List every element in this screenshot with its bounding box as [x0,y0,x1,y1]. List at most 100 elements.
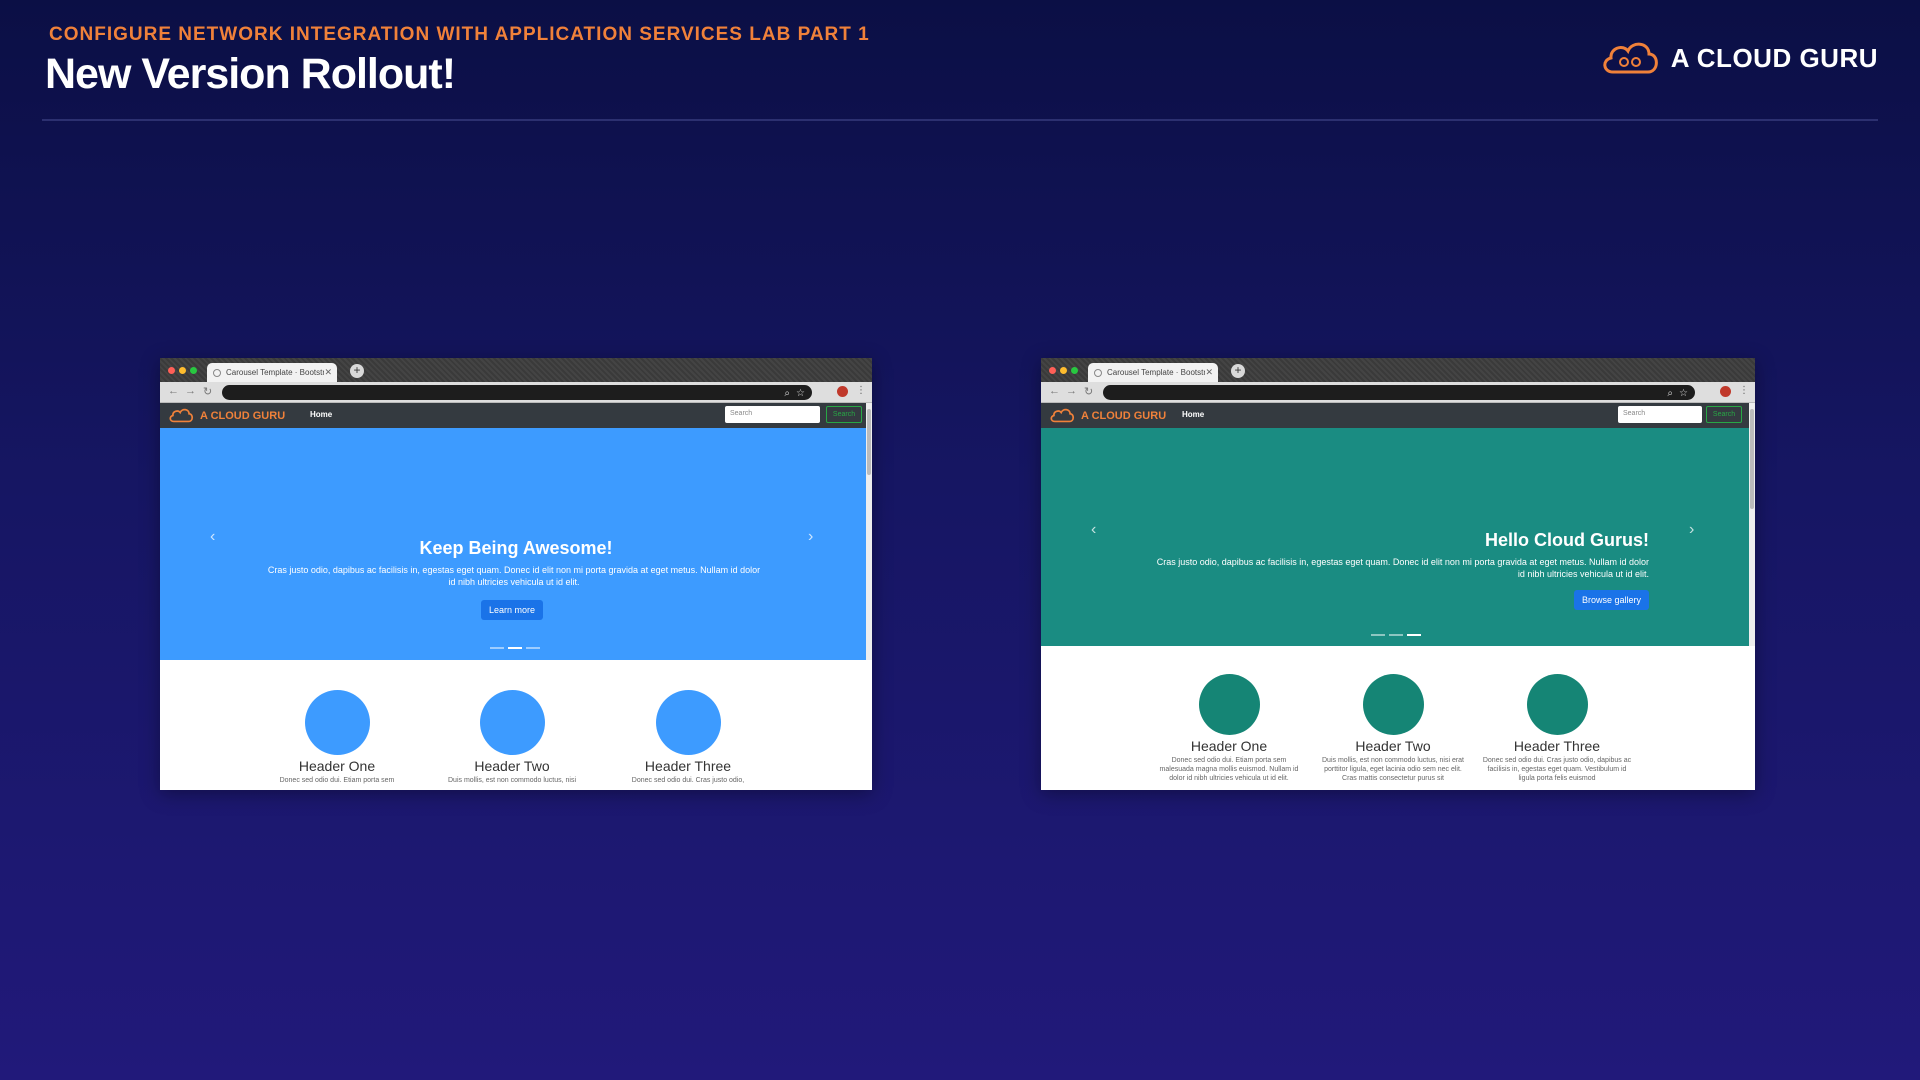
hero-text: Cras justo odio, dapibus ac facilisis in… [1156,557,1649,579]
carousel-prev-icon[interactable]: ‹ [1091,521,1096,539]
site-brand: A CLOUD GURU [1081,409,1167,422]
tab-title: Carousel Template · Bootstrap [226,368,325,377]
cloud-logo-icon [169,408,194,423]
header-divider [42,119,1878,121]
back-icon[interactable]: ← [1049,385,1060,397]
scrollbar-thumb[interactable] [867,409,871,475]
scrollbar[interactable] [866,403,872,660]
slide-title: New Version Rollout! [45,50,456,98]
back-icon[interactable]: ← [168,385,179,397]
globe-icon [1094,368,1102,377]
new-tab-icon[interactable]: + [1231,364,1245,378]
search-button[interactable]: Search [1706,406,1742,423]
feature-column: Header Three Donec sed odio dui. Cras ju… [1482,674,1632,783]
minimize-window-button[interactable] [179,367,186,374]
feature-title: Header Two [474,758,550,774]
zoom-icon[interactable]: ⌕ [784,388,790,399]
hero-carousel: ‹ › Keep Being Awesome! Cras justo odio,… [160,403,872,660]
site-brand: A CLOUD GURU [200,409,286,422]
nav-home-link[interactable]: Home [1182,410,1204,419]
address-bar[interactable]: ⌕ ☆ [1103,385,1695,400]
site-logo[interactable]: A CLOUD GURU [1047,407,1166,424]
browser-menu-icon[interactable]: ⋮ [856,385,866,396]
browser-toolbar: ← → ↻ ⌕ ☆ ⋮ [160,382,872,403]
feature-column: Header One Donec sed odio dui. Etiam por… [262,690,412,785]
features-section: Header One Donec sed odio dui. Etiam por… [1041,646,1755,790]
feature-text: Donec sed odio dui. Etiam porta sem male… [1159,757,1299,782]
feature-image [1526,674,1588,735]
hero-heading: Hello Cloud Gurus! [1485,530,1649,550]
feature-text: Donec sed odio dui. Cras justo odio, dap… [1482,757,1632,782]
feature-text: Donec sed odio dui. Etiam porta sem [279,777,395,784]
browser-window-old-version: Carousel Template · Bootstrap ✕ + ← → ↻ … [160,358,872,790]
carousel-indicator[interactable] [490,647,504,649]
feature-title: Header One [1190,738,1268,754]
feature-text: Duis mollis, est non commodo luctus, nis… [1322,757,1464,782]
learn-more-button[interactable]: Learn more [481,600,544,620]
nav-home-link[interactable]: Home [310,410,332,419]
forward-icon[interactable]: → [185,385,196,397]
bookmark-star-icon[interactable]: ☆ [1679,388,1688,399]
carousel-indicators [1371,634,1421,636]
maximize-window-button[interactable] [1071,367,1078,374]
site-logo[interactable]: A CLOUD GURU [166,407,285,424]
carousel-next-icon[interactable]: › [1689,521,1694,539]
browse-gallery-button[interactable]: Browse gallery [1573,590,1649,610]
search-button[interactable]: Search [826,406,862,423]
carousel-indicator[interactable] [508,647,522,649]
maximize-window-button[interactable] [190,367,197,374]
reload-icon[interactable]: ↻ [1084,385,1093,398]
features-section: Header One Donec sed odio dui. Etiam por… [160,660,872,788]
browser-tab[interactable]: Carousel Template · Bootstrap ✕ [1088,363,1218,382]
feature-text: Duis mollis, est non commodo luctus, nis… [448,777,576,784]
search-input[interactable]: Search [1618,406,1702,423]
carousel-indicator[interactable] [1389,634,1403,636]
browser-tab-bar: Carousel Template · Bootstrap ✕ + [1041,358,1755,382]
scrollbar-thumb[interactable] [1750,409,1754,509]
extension-icon[interactable] [1720,386,1731,397]
feature-text: Donec sed odio dui. Cras justo odio, [631,777,745,784]
feature-column: Header One Donec sed odio dui. Etiam por… [1154,674,1304,783]
feature-image [304,690,370,755]
search-input[interactable]: Search [725,406,820,423]
feature-image [1362,674,1424,735]
feature-column: Header Three Donec sed odio dui. Cras ju… [613,690,763,785]
site-navbar: A CLOUD GURU Home Search Search [1041,403,1755,428]
carousel-indicator[interactable] [1407,634,1421,636]
slide-subtitle: CONFIGURE NETWORK INTEGRATION WITH APPLI… [49,24,870,45]
new-tab-icon[interactable]: + [350,364,364,378]
reload-icon[interactable]: ↻ [203,385,212,398]
browser-menu-icon[interactable]: ⋮ [1739,385,1749,396]
zoom-icon[interactable]: ⌕ [1667,388,1673,399]
feature-title: Header Three [1513,738,1601,754]
brand-logo: A CLOUD GURU [1599,38,1878,78]
hero-carousel: ‹ › Hello Cloud Gurus! Cras justo odio, … [1041,403,1755,646]
feature-title: Header One [298,758,376,774]
bookmark-star-icon[interactable]: ☆ [796,388,805,399]
feature-column: Header Two Duis mollis, est non commodo … [1318,674,1468,783]
tab-close-icon[interactable]: ✕ [324,367,332,378]
forward-icon[interactable]: → [1066,385,1077,397]
browser-tab[interactable]: Carousel Template · Bootstrap ✕ [207,363,337,382]
globe-icon [213,368,221,377]
brand-name: A CLOUD GURU [1670,42,1878,73]
feature-column: Header Two Duis mollis, est non commodo … [437,690,587,785]
close-window-button[interactable] [168,367,175,374]
cloud-logo-icon [1050,408,1075,423]
browser-tab-bar: Carousel Template · Bootstrap ✕ + [160,358,872,382]
feature-title: Header Three [644,758,732,774]
carousel-indicators [490,647,540,649]
tab-close-icon[interactable]: ✕ [1205,367,1213,378]
feature-image [479,690,545,755]
hero-text: Cras justo odio, dapibus ac facilisis in… [267,565,761,587]
extension-icon[interactable] [837,386,848,397]
address-bar[interactable]: ⌕ ☆ [222,385,812,400]
cloud-logo-icon [1603,42,1658,74]
minimize-window-button[interactable] [1060,367,1067,374]
site-navbar: A CLOUD GURU Home Search Search [160,403,872,428]
carousel-indicator[interactable] [1371,634,1385,636]
scrollbar[interactable] [1749,403,1755,646]
close-window-button[interactable] [1049,367,1056,374]
carousel-indicator[interactable] [526,647,540,649]
feature-title: Header Two [1355,738,1431,754]
